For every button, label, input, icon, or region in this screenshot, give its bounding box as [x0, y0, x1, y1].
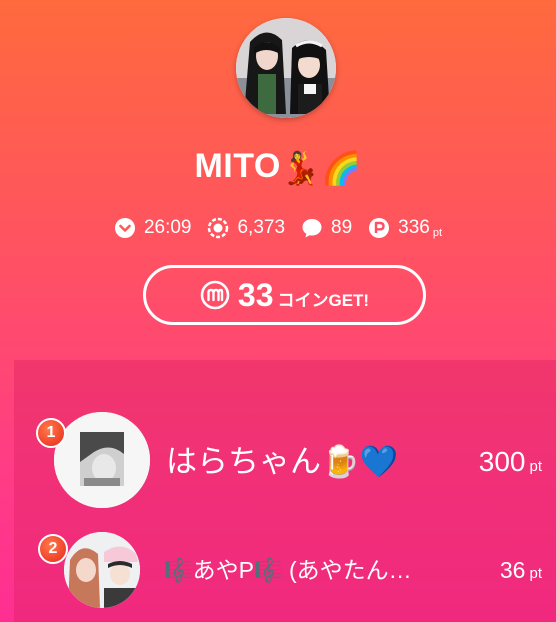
ranking-name-1: はらちゃん🍺💙 — [166, 444, 399, 479]
points-p-icon — [369, 218, 390, 238]
ranking-points-value-1: 300 — [478, 446, 526, 477]
ranking-avatar-2[interactable] — [64, 532, 140, 608]
live-profile-screen: MITO💃🌈 26:09 6,373 89 336 pt 33 コインGET! … — [0, 0, 556, 622]
stat-points-unit: pt — [432, 227, 443, 239]
coin-get-button[interactable]: 33 コインGET! — [143, 265, 426, 325]
stat-viewers: 6,373 — [207, 217, 285, 239]
profile-name: MITO — [194, 147, 281, 185]
ranking-points-unit-1: pt — [529, 458, 542, 475]
profile-photo — [236, 18, 336, 118]
coin-count: 33 — [237, 276, 274, 313]
ranking-name-2: 🎼あやP🎼 (あやたん… — [164, 557, 412, 583]
stats-bar: 26:09 6,373 89 336 pt — [0, 213, 556, 243]
chevron-down-icon — [114, 218, 135, 238]
ranking-points-unit-2: pt — [529, 565, 542, 582]
ranking-panel: 1 はらちゃん🍺💙 300 pt 2 🎼あやP🎼 (あやたん… 36 pt — [14, 360, 556, 622]
stat-points: 336 pt — [368, 217, 442, 239]
ranking-badge-2: 2 — [38, 534, 68, 564]
coin-suffix: コインGET! — [277, 290, 370, 310]
ranking-points-2: 36 pt — [500, 554, 542, 590]
viewers-icon — [208, 217, 229, 239]
stat-time: 26:09 — [114, 217, 192, 239]
ranking-badge-1: 1 — [36, 418, 66, 448]
profile-name-row: MITO💃🌈 — [0, 142, 556, 192]
ranking-photo-2 — [64, 532, 140, 608]
stat-comments-value: 89 — [331, 217, 353, 238]
stat-time-value: 26:09 — [143, 217, 192, 238]
ranking-row-1[interactable]: 1 はらちゃん🍺💙 300 pt — [14, 412, 556, 510]
coin-m-icon — [200, 280, 230, 310]
ranking-avatar-1[interactable] — [54, 412, 150, 508]
stat-comments: 89 — [301, 217, 352, 239]
ranking-points-1: 300 pt — [479, 444, 542, 485]
ranking-row-2[interactable]: 2 🎼あやP🎼 (あやたん… 36 pt — [14, 532, 556, 622]
ranking-points-value-2: 36 — [499, 557, 526, 583]
ranking-photo-1 — [54, 412, 150, 508]
stat-viewers-value: 6,373 — [237, 217, 286, 238]
profile-avatar[interactable] — [236, 18, 336, 118]
profile-name-emoji: 💃🌈 — [280, 150, 362, 186]
comment-bubble-icon — [302, 219, 322, 238]
stat-points-value: 336 — [398, 217, 430, 238]
